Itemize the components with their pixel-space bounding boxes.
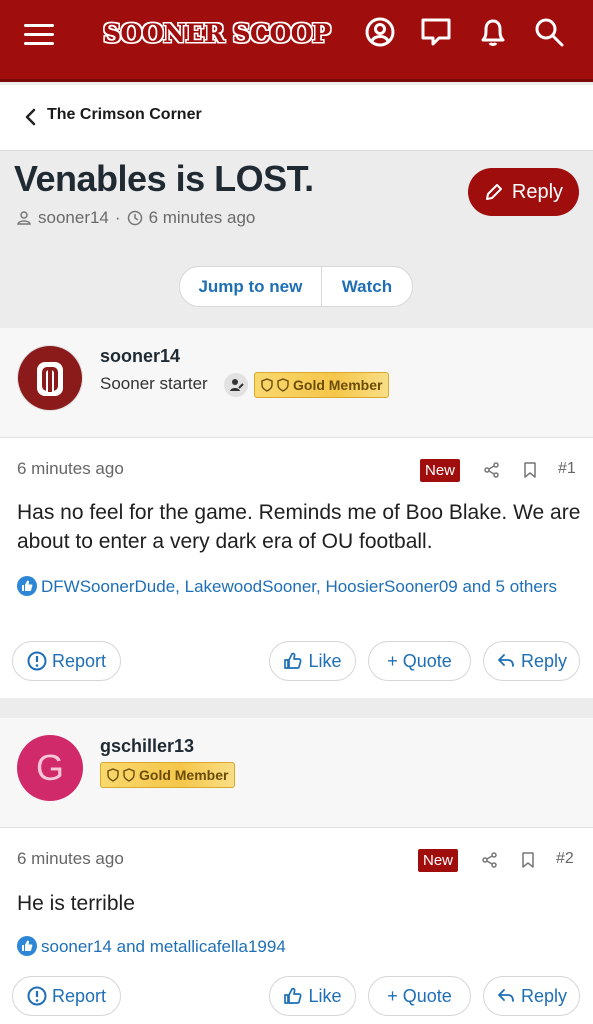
quote-button[interactable]: + Quote bbox=[368, 976, 471, 1016]
gold-member-badge: Gold Member bbox=[100, 762, 236, 788]
reply-label: Reply bbox=[520, 985, 568, 1006]
watch-button[interactable]: Watch bbox=[322, 267, 412, 306]
like-reaction-icon bbox=[17, 576, 37, 596]
post-body: He is terrible bbox=[17, 892, 135, 915]
breadcrumb-link-crimson-corner[interactable]: The Crimson Corner bbox=[47, 106, 202, 124]
report-button[interactable]: Report bbox=[12, 976, 121, 1016]
post-user-block: sooner14 Sooner starter Gold Member bbox=[0, 328, 593, 438]
share-icon[interactable] bbox=[483, 461, 501, 479]
site-logo[interactable]: SOONER SCOOP bbox=[103, 14, 331, 54]
conversations-icon[interactable] bbox=[420, 16, 452, 48]
shield-icon bbox=[261, 378, 273, 392]
report-button[interactable]: Report bbox=[12, 641, 121, 681]
reactions-summary[interactable]: sooner14 and metallicafella1994 bbox=[17, 934, 577, 959]
ou-logo-icon bbox=[18, 346, 82, 410]
reactions-text[interactable]: DFWSoonerDude, LakewoodSooner, HoosierSo… bbox=[41, 577, 557, 596]
thread-reply-button[interactable]: Reply bbox=[468, 168, 579, 216]
account-icon[interactable] bbox=[364, 16, 396, 48]
clock-icon bbox=[127, 210, 142, 226]
reply-button[interactable]: Reply bbox=[483, 976, 580, 1016]
thumbs-up-icon bbox=[284, 652, 303, 669]
avatar[interactable] bbox=[17, 345, 83, 411]
reply-label: Reply bbox=[520, 650, 568, 671]
gold-member-badge: Gold Member bbox=[254, 372, 390, 398]
avatar[interactable]: G bbox=[17, 735, 83, 801]
share-icon[interactable] bbox=[481, 851, 499, 869]
bookmark-icon[interactable] bbox=[521, 461, 539, 479]
shield-icon bbox=[277, 378, 289, 392]
like-button[interactable]: Like bbox=[269, 976, 356, 1016]
shield-icon bbox=[107, 768, 119, 782]
post-username[interactable]: gschiller13 bbox=[100, 736, 194, 757]
post-body: Has no feel for the game. Reminds me of … bbox=[17, 501, 581, 553]
reply-arrow-icon bbox=[498, 654, 514, 667]
reactions-summary[interactable]: DFWSoonerDude, LakewoodSooner, HoosierSo… bbox=[17, 574, 577, 599]
post-user-block: G gschiller13 Gold Member bbox=[0, 718, 593, 828]
post-number[interactable]: #1 bbox=[558, 460, 576, 478]
thread-author[interactable]: sooner14 bbox=[38, 208, 109, 228]
like-button[interactable]: Like bbox=[269, 641, 356, 681]
plus-icon: + bbox=[387, 650, 398, 671]
post-time[interactable]: 6 minutes ago bbox=[17, 849, 124, 869]
top-navigation-bar: SOONER SCOOP bbox=[0, 0, 593, 82]
breadcrumb: The Crimson Corner bbox=[0, 85, 593, 151]
thread-reply-label: Reply bbox=[511, 180, 564, 203]
chevron-left-icon[interactable] bbox=[22, 107, 38, 127]
search-icon[interactable] bbox=[533, 16, 565, 48]
quote-label: Quote bbox=[402, 985, 452, 1006]
post-1: sooner14 Sooner starter Gold Member 6 mi… bbox=[0, 328, 593, 698]
menu-icon[interactable] bbox=[24, 22, 56, 46]
quote-button[interactable]: + Quote bbox=[368, 641, 471, 681]
thread-title: Venables is LOST. bbox=[14, 158, 314, 199]
bookmark-icon[interactable] bbox=[519, 851, 537, 869]
user-edit-icon bbox=[224, 373, 248, 397]
jump-to-new-button[interactable]: Jump to new bbox=[180, 267, 322, 306]
post-2: G gschiller13 Gold Member 6 minutes ago … bbox=[0, 718, 593, 1024]
like-label: Like bbox=[308, 985, 342, 1006]
avatar-letter: G bbox=[35, 747, 64, 788]
thread-meta: sooner14 · 6 minutes ago bbox=[16, 208, 255, 228]
post-username[interactable]: sooner14 bbox=[100, 346, 180, 367]
badge-label: Gold Member bbox=[293, 377, 383, 393]
user-icon bbox=[17, 211, 31, 225]
post-user-title: Sooner starter bbox=[100, 374, 208, 393]
report-label: Report bbox=[51, 650, 107, 671]
like-reaction-icon bbox=[17, 936, 37, 956]
quote-label: Quote bbox=[402, 650, 452, 671]
post-time[interactable]: 6 minutes ago bbox=[17, 459, 124, 479]
like-label: Like bbox=[308, 650, 342, 671]
plus-icon: + bbox=[387, 985, 398, 1006]
meta-separator: · bbox=[114, 208, 121, 227]
post-number[interactable]: #2 bbox=[556, 850, 574, 868]
new-badge: New bbox=[418, 849, 459, 872]
reply-button[interactable]: Reply bbox=[483, 641, 580, 681]
pencil-icon bbox=[485, 184, 502, 200]
new-badge: New bbox=[420, 459, 461, 482]
reply-arrow-icon bbox=[498, 989, 514, 1002]
alert-circle-icon bbox=[27, 651, 47, 671]
shield-icon bbox=[123, 768, 135, 782]
badge-label: Gold Member bbox=[139, 767, 229, 783]
report-label: Report bbox=[51, 985, 107, 1006]
reactions-text[interactable]: sooner14 and metallicafella1994 bbox=[41, 937, 286, 956]
thread-time[interactable]: 6 minutes ago bbox=[149, 208, 256, 228]
alerts-bell-icon[interactable] bbox=[477, 16, 509, 48]
alert-circle-icon bbox=[27, 986, 47, 1006]
thread-actions: Jump to new Watch bbox=[179, 266, 413, 307]
thumbs-up-icon bbox=[284, 987, 303, 1004]
